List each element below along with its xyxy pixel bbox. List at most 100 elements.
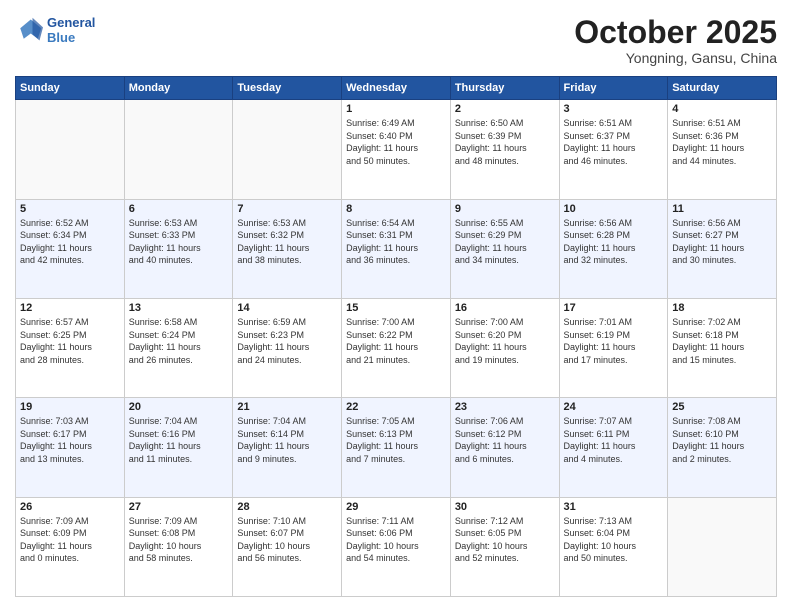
day-number: 7 (237, 203, 337, 215)
day-number: 9 (455, 203, 555, 215)
table-cell (124, 100, 233, 199)
table-cell: 8 Sunrise: 6:54 AM Sunset: 6:31 PM Daylig… (342, 199, 451, 298)
day-number: 10 (564, 203, 664, 215)
col-thursday: Thursday (450, 77, 559, 100)
day-number: 4 (672, 103, 772, 115)
header-row: Sunday Monday Tuesday Wednesday Thursday… (16, 77, 777, 100)
day-info: Sunrise: 7:13 AM Sunset: 6:04 PM Dayligh… (564, 515, 664, 565)
day-number: 31 (564, 501, 664, 513)
day-info: Sunrise: 6:49 AM Sunset: 6:40 PM Dayligh… (346, 117, 446, 167)
table-cell: 28 Sunrise: 7:10 AM Sunset: 6:07 PM Dayli… (233, 497, 342, 596)
logo-text: General Blue (47, 15, 95, 45)
table-cell: 9Sunrise: 6:55 AM Sunset: 6:29 PM Daylig… (450, 199, 559, 298)
table-cell: 24Sunrise: 7:07 AM Sunset: 6:11 PM Dayli… (559, 398, 668, 497)
col-wednesday: Wednesday (342, 77, 451, 100)
week-row-5: 26 Sunrise: 7:09 AM Sunset: 6:09 PM Dayli… (16, 497, 777, 596)
table-cell: 14 Sunrise: 6:59 AM Sunset: 6:23 PM Dayli… (233, 298, 342, 397)
table-cell: 6 Sunrise: 6:53 AM Sunset: 6:33 PM Daylig… (124, 199, 233, 298)
day-number: 14 (237, 302, 337, 314)
calendar-table: Sunday Monday Tuesday Wednesday Thursday… (15, 76, 777, 597)
table-cell: 15 Sunrise: 7:00 AM Sunset: 6:22 PM Dayli… (342, 298, 451, 397)
col-monday: Monday (124, 77, 233, 100)
title-block: October 2025 Yongning, Gansu, China (574, 15, 777, 66)
table-cell: 23Sunrise: 7:06 AM Sunset: 6:12 PM Dayli… (450, 398, 559, 497)
page: General Blue October 2025 Yongning, Gans… (0, 0, 792, 612)
table-cell: 4 Sunrise: 6:51 AM Sunset: 6:36 PM Daylig… (668, 100, 777, 199)
day-number: 8 (346, 203, 446, 215)
col-tuesday: Tuesday (233, 77, 342, 100)
month-title: October 2025 (574, 15, 777, 50)
day-number: 3 (564, 103, 664, 115)
table-cell (16, 100, 125, 199)
table-cell: 12Sunrise: 6:57 AM Sunset: 6:25 PM Dayli… (16, 298, 125, 397)
table-cell: 11 Sunrise: 6:56 AM Sunset: 6:27 PM Dayli… (668, 199, 777, 298)
day-info: Sunrise: 7:07 AM Sunset: 6:11 PM Dayligh… (564, 415, 664, 465)
day-number: 23 (455, 401, 555, 413)
col-saturday: Saturday (668, 77, 777, 100)
table-cell: 20Sunrise: 7:04 AM Sunset: 6:16 PM Dayli… (124, 398, 233, 497)
table-cell: 25Sunrise: 7:08 AM Sunset: 6:10 PM Dayli… (668, 398, 777, 497)
day-info: Sunrise: 7:12 AM Sunset: 6:05 PM Dayligh… (455, 515, 555, 565)
day-info: Sunrise: 6:56 AM Sunset: 6:27 PM Dayligh… (672, 217, 772, 267)
table-cell: 30 Sunrise: 7:12 AM Sunset: 6:05 PM Dayli… (450, 497, 559, 596)
day-number: 21 (237, 401, 337, 413)
table-cell: 13 Sunrise: 6:58 AM Sunset: 6:24 PM Dayli… (124, 298, 233, 397)
day-info: Sunrise: 6:52 AM Sunset: 6:34 PM Dayligh… (20, 217, 120, 267)
table-cell: 16Sunrise: 7:00 AM Sunset: 6:20 PM Dayli… (450, 298, 559, 397)
day-number: 11 (672, 203, 772, 215)
table-cell: 22 Sunrise: 7:05 AM Sunset: 6:13 PM Dayli… (342, 398, 451, 497)
day-number: 15 (346, 302, 446, 314)
day-info: Sunrise: 7:10 AM Sunset: 6:07 PM Dayligh… (237, 515, 337, 565)
day-info: Sunrise: 7:04 AM Sunset: 6:14 PM Dayligh… (237, 415, 337, 465)
table-cell: 2 Sunrise: 6:50 AM Sunset: 6:39 PM Daylig… (450, 100, 559, 199)
day-info: Sunrise: 7:01 AM Sunset: 6:19 PM Dayligh… (564, 316, 664, 366)
day-number: 2 (455, 103, 555, 115)
day-number: 19 (20, 401, 120, 413)
table-cell: 1 Sunrise: 6:49 AM Sunset: 6:40 PM Daylig… (342, 100, 451, 199)
table-cell: 17 Sunrise: 7:01 AM Sunset: 6:19 PM Dayli… (559, 298, 668, 397)
day-info: Sunrise: 7:08 AM Sunset: 6:10 PM Dayligh… (672, 415, 772, 465)
day-number: 28 (237, 501, 337, 513)
day-number: 17 (564, 302, 664, 314)
day-info: Sunrise: 7:02 AM Sunset: 6:18 PM Dayligh… (672, 316, 772, 366)
week-row-3: 12Sunrise: 6:57 AM Sunset: 6:25 PM Dayli… (16, 298, 777, 397)
day-number: 22 (346, 401, 446, 413)
day-info: Sunrise: 6:53 AM Sunset: 6:32 PM Dayligh… (237, 217, 337, 267)
day-info: Sunrise: 6:50 AM Sunset: 6:39 PM Dayligh… (455, 117, 555, 167)
day-info: Sunrise: 7:05 AM Sunset: 6:13 PM Dayligh… (346, 415, 446, 465)
day-number: 18 (672, 302, 772, 314)
table-cell: 31 Sunrise: 7:13 AM Sunset: 6:04 PM Dayli… (559, 497, 668, 596)
logo: General Blue (15, 15, 95, 45)
table-cell: 18 Sunrise: 7:02 AM Sunset: 6:18 PM Dayli… (668, 298, 777, 397)
day-info: Sunrise: 7:09 AM Sunset: 6:08 PM Dayligh… (129, 515, 229, 565)
day-info: Sunrise: 6:53 AM Sunset: 6:33 PM Dayligh… (129, 217, 229, 267)
table-cell: 27Sunrise: 7:09 AM Sunset: 6:08 PM Dayli… (124, 497, 233, 596)
day-info: Sunrise: 6:51 AM Sunset: 6:37 PM Dayligh… (564, 117, 664, 167)
day-info: Sunrise: 7:00 AM Sunset: 6:22 PM Dayligh… (346, 316, 446, 366)
location: Yongning, Gansu, China (574, 50, 777, 66)
day-info: Sunrise: 6:57 AM Sunset: 6:25 PM Dayligh… (20, 316, 120, 366)
table-cell (233, 100, 342, 199)
day-number: 5 (20, 203, 120, 215)
day-number: 29 (346, 501, 446, 513)
day-number: 1 (346, 103, 446, 115)
day-number: 13 (129, 302, 229, 314)
table-cell: 21 Sunrise: 7:04 AM Sunset: 6:14 PM Dayli… (233, 398, 342, 497)
day-number: 30 (455, 501, 555, 513)
day-info: Sunrise: 6:56 AM Sunset: 6:28 PM Dayligh… (564, 217, 664, 267)
table-cell: 3 Sunrise: 6:51 AM Sunset: 6:37 PM Daylig… (559, 100, 668, 199)
day-info: Sunrise: 6:59 AM Sunset: 6:23 PM Dayligh… (237, 316, 337, 366)
table-cell: 5 Sunrise: 6:52 AM Sunset: 6:34 PM Daylig… (16, 199, 125, 298)
day-number: 26 (20, 501, 120, 513)
day-info: Sunrise: 7:09 AM Sunset: 6:09 PM Dayligh… (20, 515, 120, 565)
day-number: 16 (455, 302, 555, 314)
col-sunday: Sunday (16, 77, 125, 100)
day-number: 6 (129, 203, 229, 215)
day-info: Sunrise: 6:58 AM Sunset: 6:24 PM Dayligh… (129, 316, 229, 366)
table-cell: 29Sunrise: 7:11 AM Sunset: 6:06 PM Dayli… (342, 497, 451, 596)
day-info: Sunrise: 6:51 AM Sunset: 6:36 PM Dayligh… (672, 117, 772, 167)
header: General Blue October 2025 Yongning, Gans… (15, 15, 777, 66)
week-row-1: 1 Sunrise: 6:49 AM Sunset: 6:40 PM Daylig… (16, 100, 777, 199)
day-info: Sunrise: 6:54 AM Sunset: 6:31 PM Dayligh… (346, 217, 446, 267)
table-cell: 19Sunrise: 7:03 AM Sunset: 6:17 PM Dayli… (16, 398, 125, 497)
